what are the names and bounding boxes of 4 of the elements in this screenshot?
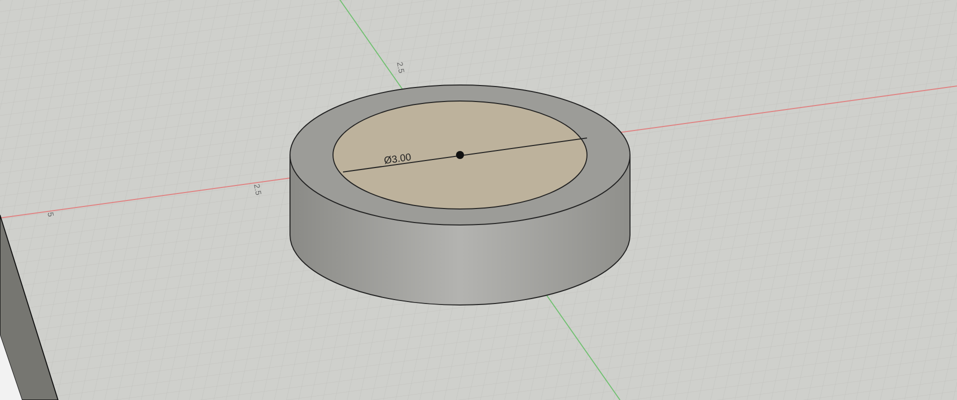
grid-label: 5 <box>46 212 56 218</box>
grid-label: 2.5 <box>395 61 406 74</box>
grid-label: 2.5 <box>252 183 263 196</box>
diameter-dimension: Ø3.00 <box>383 152 412 167</box>
